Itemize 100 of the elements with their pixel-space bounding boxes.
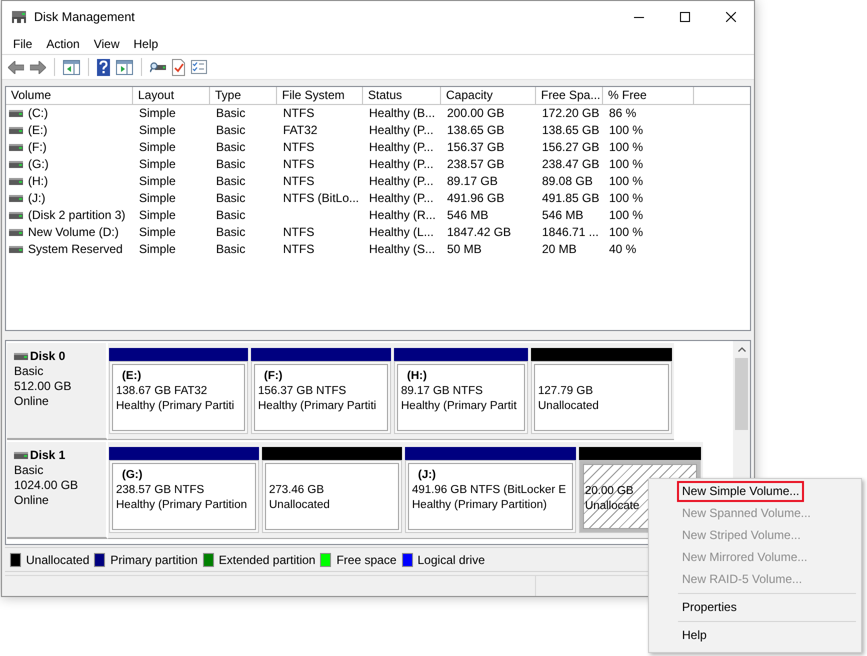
partition-size: 138.67 GB FAT32 (116, 384, 208, 399)
menu-bar-item[interactable]: View (86, 34, 126, 52)
partition-status: Unallocate (585, 499, 640, 514)
partition-status: Healthy (Primary Partiti (116, 399, 234, 414)
context-menu-item[interactable]: Properties (677, 596, 742, 618)
table-cell-text: Basic (215, 224, 246, 241)
column-header[interactable]: Capacity (441, 87, 536, 105)
minimize-icon (634, 16, 644, 18)
partition-size: 238.57 GB NTFS (116, 483, 204, 498)
disk-type: Basic (14, 463, 44, 478)
table-cell-text: 491.96 GB (446, 190, 506, 207)
table-cell-text: 546 MB (541, 207, 584, 224)
table-cell-text: Healthy (P... (368, 139, 434, 156)
partition-status: Healthy (Primary Partition) (412, 498, 547, 513)
column-header[interactable]: Type (210, 87, 277, 105)
table-cell-text: NTFS (282, 139, 316, 156)
table-cell-text: Basic (215, 122, 246, 139)
table-cell-text: Basic (215, 190, 246, 207)
partition-size: 20.00 GB (585, 484, 634, 499)
column-header[interactable]: Free Spa... (536, 87, 603, 105)
drive-probe-icon[interactable] (150, 61, 166, 73)
table-cell-text: 138.65 GB (446, 122, 506, 139)
table-cell-text: 156.37 GB (446, 139, 506, 156)
volume-name: (C:) (28, 105, 48, 122)
partition-name: (H:) (406, 369, 427, 384)
disk-name: Disk 0 (30, 349, 66, 364)
volume-name: (E:) (28, 122, 48, 139)
table-cell-text: NTFS (282, 156, 316, 173)
column-header[interactable]: Status (363, 87, 441, 105)
context-menu-item[interactable]: New Simple Volume... (677, 480, 804, 502)
window-title: Disk Management (34, 10, 135, 24)
table-cell-text: 89.17 GB (446, 173, 499, 190)
table-cell-text: 491.85 GB (541, 190, 600, 207)
partition-name: (F:) (263, 369, 283, 384)
back-arrow-icon[interactable] (8, 60, 24, 74)
volume-name: (F:) (28, 139, 47, 156)
menu-bar-item[interactable]: Action (39, 34, 87, 52)
table-cell-text: Healthy (B... (368, 105, 436, 122)
partition-size: 273.46 GB (269, 483, 324, 498)
table-cell-text: Basic (215, 241, 246, 258)
legend-label: Extended partition (218, 552, 316, 566)
partition-size: 156.37 GB NTFS (258, 384, 346, 399)
table-cell-text: 238.57 GB (446, 156, 506, 173)
forward-arrow-icon[interactable] (30, 60, 46, 74)
column-header[interactable]: % Free (603, 87, 694, 105)
table-cell-text: Simple (138, 190, 177, 207)
table-cell-text: Healthy (P... (368, 173, 434, 190)
panel-icon[interactable] (116, 60, 133, 74)
partition-size: 89.17 GB NTFS (401, 384, 483, 399)
help-icon[interactable] (97, 58, 110, 76)
table-cell-text: 100 % (608, 156, 644, 173)
table-cell-text: NTFS (282, 224, 316, 241)
drive-icon (9, 229, 23, 236)
table-cell-text: Simple (138, 139, 177, 156)
checklist-icon[interactable] (191, 60, 207, 74)
panel-icon[interactable] (63, 60, 80, 74)
disk-name: Disk 1 (30, 448, 66, 463)
drive-icon (9, 195, 23, 202)
table-cell-text: Simple (138, 224, 177, 241)
table-cell-text: Healthy (P... (368, 122, 434, 139)
context-menu-item[interactable]: Help (677, 624, 712, 646)
table-cell-text: 20 MB (541, 241, 578, 258)
disk-label-panel[interactable]: Disk 0 Basic 512.00 GB Online (7, 343, 108, 440)
partition-size: 127.79 GB (538, 384, 593, 399)
table-cell-text: FAT32 (282, 122, 318, 139)
scrollbar-thumb[interactable] (735, 358, 748, 430)
legend-label: Unallocated (26, 552, 90, 566)
table-cell-text: Simple (138, 122, 177, 139)
drive-icon (9, 161, 23, 168)
table-cell-text: NTFS (282, 173, 316, 190)
partition-name: (E:) (121, 369, 142, 384)
drive-icon (9, 246, 23, 253)
table-cell-text: Healthy (S... (368, 241, 436, 258)
table-cell-text: 100 % (608, 122, 644, 139)
menu-bar-item[interactable]: Help (126, 34, 166, 52)
legend-label: Primary partition (110, 552, 198, 566)
table-cell-text: 100 % (608, 190, 644, 207)
disk-label-panel[interactable]: Disk 1 Basic 1024.00 GB Online (7, 442, 108, 539)
disk-status: Online (14, 493, 50, 508)
column-header[interactable]: File System (277, 87, 363, 105)
table-cell-text: 546 MB (446, 207, 490, 224)
drive-icon (11, 10, 27, 24)
legend-label: Free space (336, 552, 396, 566)
volume-name: (Disk 2 partition 3) (28, 207, 126, 224)
column-header[interactable]: Layout (133, 87, 210, 105)
volume-name: (H:) (28, 173, 48, 190)
disk-type: Basic (14, 364, 44, 379)
disk-size: 512.00 GB (14, 379, 72, 394)
table-cell-text: Simple (138, 173, 177, 190)
drive-icon (9, 212, 23, 219)
table-cell-text: 172.20 GB (541, 105, 600, 122)
document-check-icon[interactable] (172, 58, 185, 76)
disk-size: 1024.00 GB (14, 478, 80, 493)
menu-bar-item[interactable]: File (6, 34, 40, 52)
table-cell-text: Healthy (R... (368, 207, 437, 224)
volume-name: (J:) (28, 190, 46, 207)
legend-label: Logical drive (418, 552, 485, 566)
table-cell-text: Simple (138, 207, 177, 224)
column-header[interactable]: Volume (6, 87, 133, 105)
table-cell-text: 50 MB (446, 241, 483, 258)
